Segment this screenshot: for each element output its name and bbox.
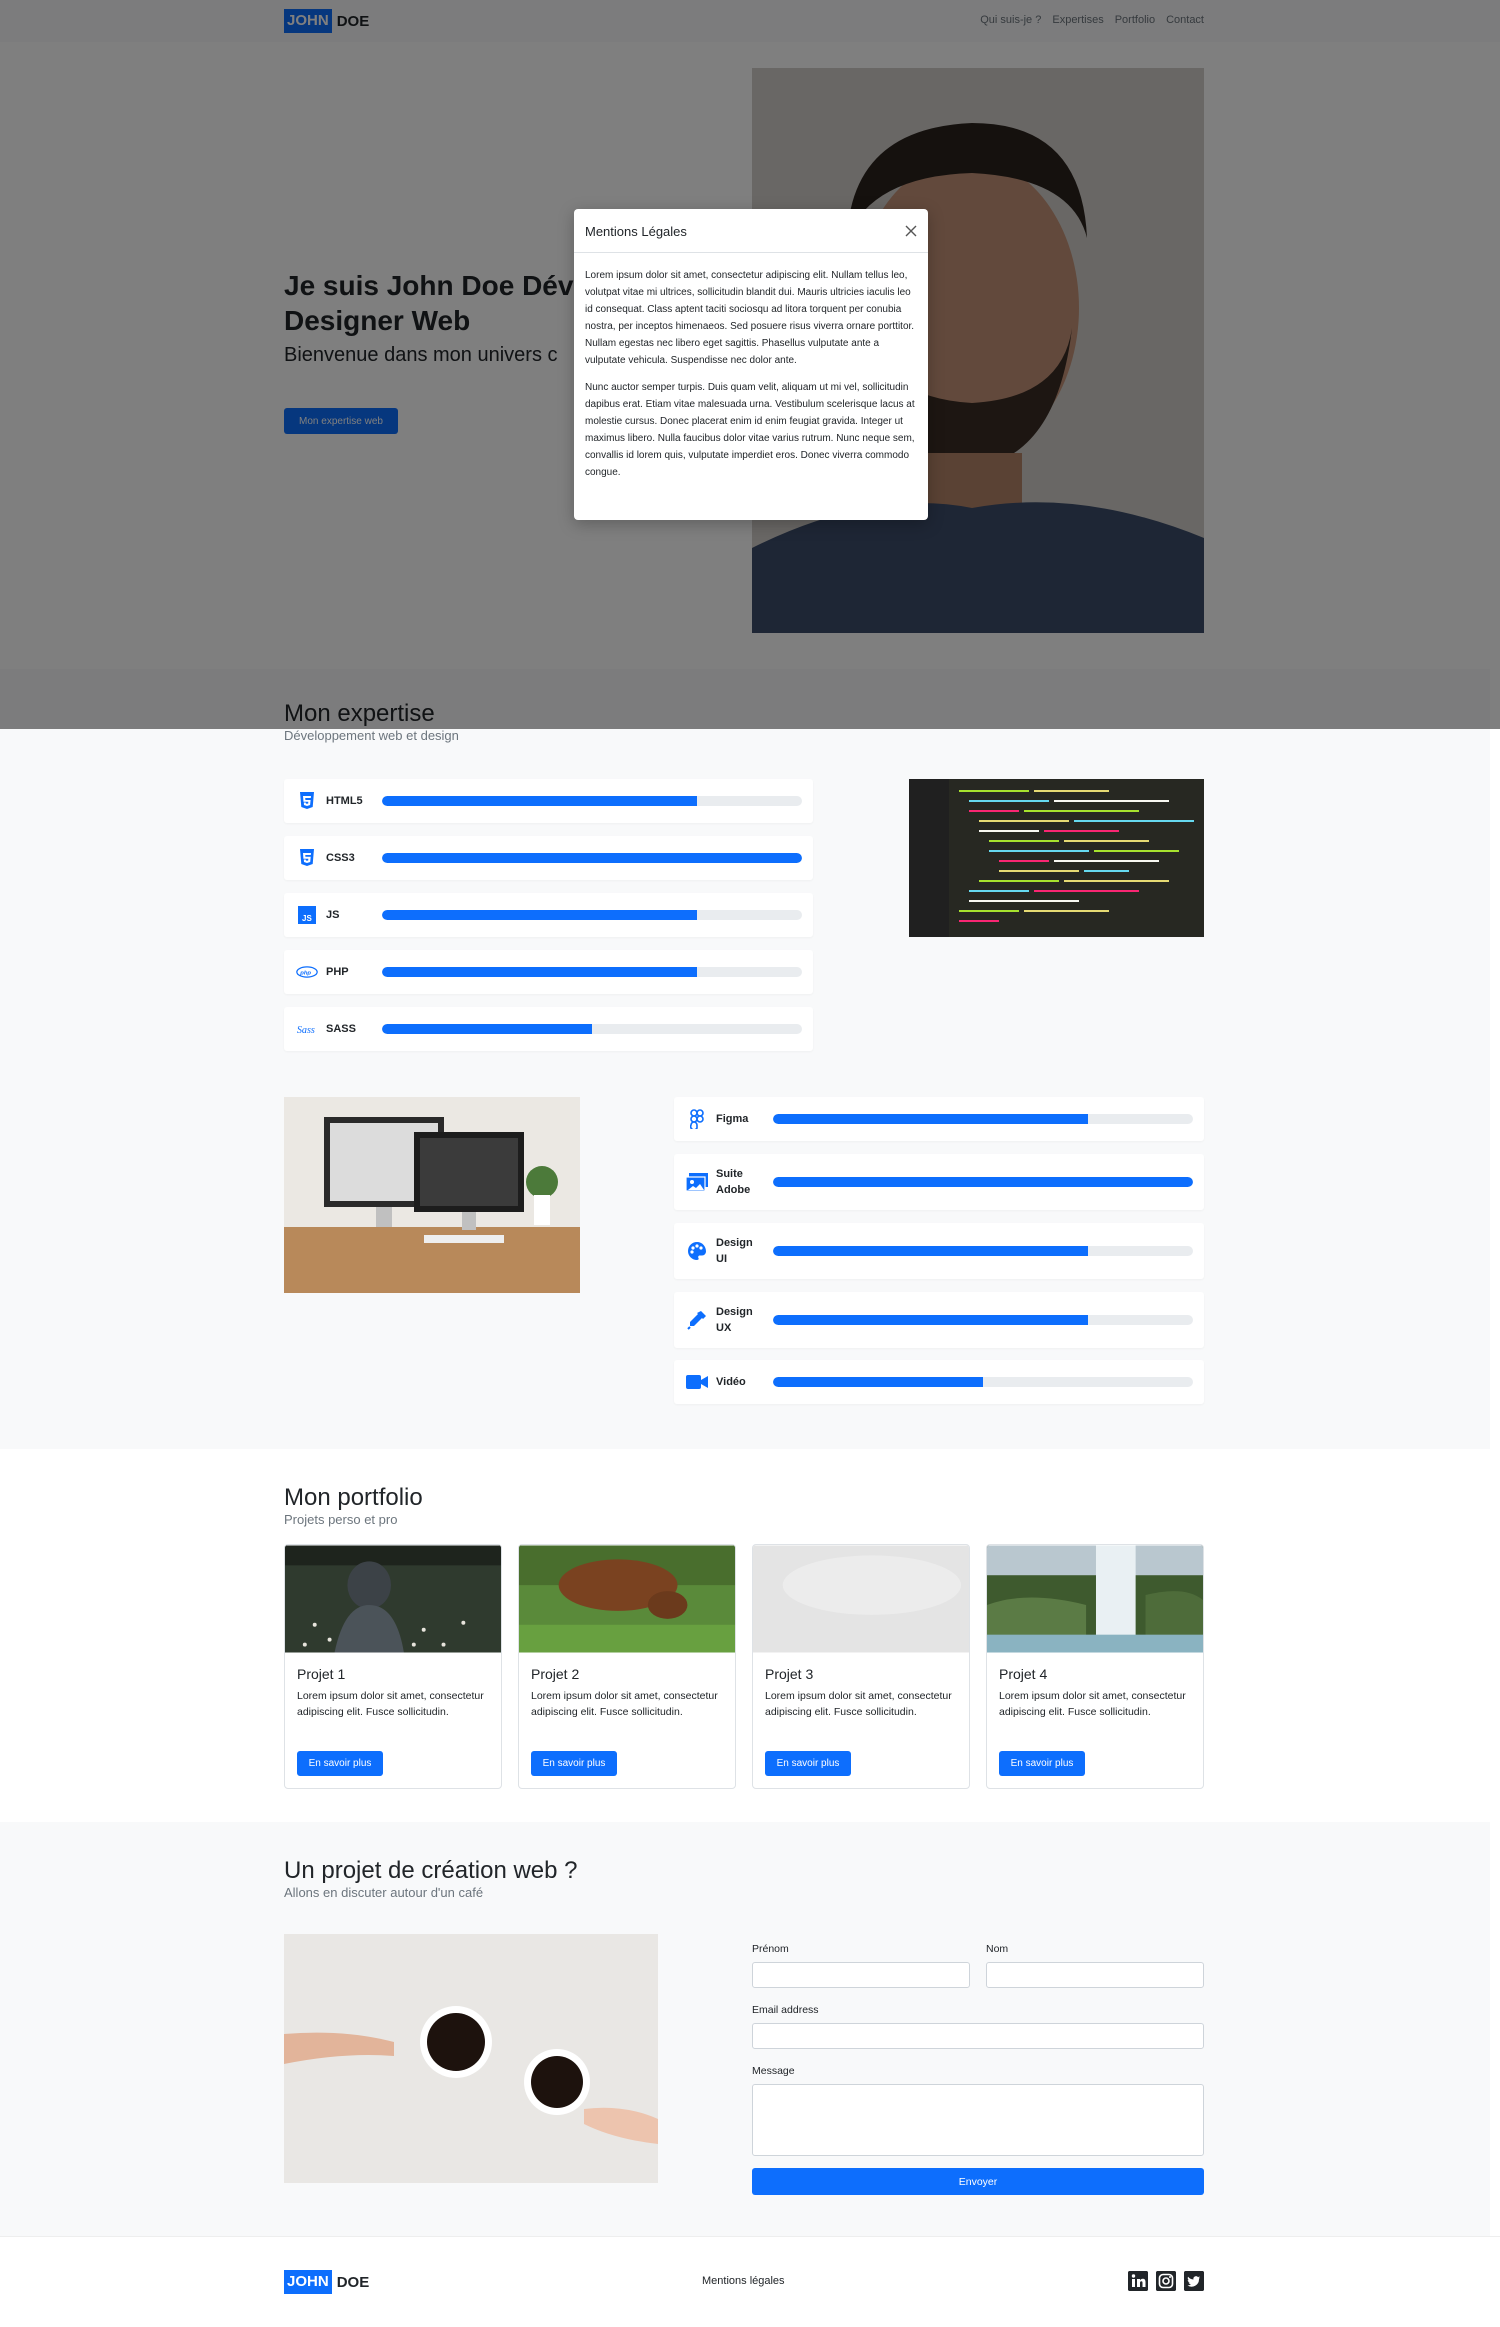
firstname-label: Prénom xyxy=(752,1943,789,1955)
skill-video: Vidéo xyxy=(674,1360,1204,1404)
twitter-icon[interactable] xyxy=(1184,2271,1204,2291)
skill-label: PHP xyxy=(326,966,349,978)
svg-text:Sass: Sass xyxy=(297,1025,315,1036)
skill-html5: HTML5 xyxy=(284,779,813,823)
lastname-input[interactable] xyxy=(986,1962,1204,1988)
project-thumbnail xyxy=(519,1545,735,1653)
project-description: Lorem ipsum dolor sit amet, consectetur … xyxy=(297,1690,484,1718)
modal-paragraph: Lorem ipsum dolor sit amet, consectetur … xyxy=(585,270,915,366)
skill-progress-bar xyxy=(382,910,802,920)
figma-icon xyxy=(686,1108,708,1130)
svg-text:php: php xyxy=(299,971,311,977)
skill-progress-bar xyxy=(382,1024,802,1034)
project-title: Projet 2 xyxy=(531,1666,580,1682)
skill-label: Figma xyxy=(716,1113,749,1125)
lastname-label: Nom xyxy=(986,1943,1009,1955)
images-icon xyxy=(686,1171,708,1193)
skill-progress-bar xyxy=(382,853,802,863)
project-card: Projet 3 Lorem ipsum dolor sit amet, con… xyxy=(752,1544,970,1789)
skill-figma: Figma xyxy=(674,1097,1204,1141)
code-screenshot-image xyxy=(909,779,1204,937)
project-card: Projet 2 Lorem ipsum dolor sit amet, con… xyxy=(518,1544,736,1789)
portfolio-subtitle: Projets perso et pro xyxy=(284,1512,398,1527)
project-title: Projet 4 xyxy=(999,1666,1048,1682)
project-description: Lorem ipsum dolor sit amet, consectetur … xyxy=(531,1690,718,1718)
modal-title: Mentions Légales xyxy=(585,224,687,239)
project-more-button[interactable]: En savoir plus xyxy=(531,1751,617,1776)
skill-label: HTML5 xyxy=(326,795,363,807)
expertise-subtitle: Développement web et design xyxy=(284,728,459,743)
email-input[interactable] xyxy=(752,2023,1204,2049)
close-icon xyxy=(905,225,917,237)
skill-progress-bar xyxy=(773,1315,1193,1325)
project-title: Projet 1 xyxy=(297,1666,346,1682)
email-label: Email address xyxy=(752,2004,819,2016)
skill-progress-bar xyxy=(773,1114,1193,1124)
instagram-icon[interactable] xyxy=(1156,2271,1176,2291)
modal-body: Lorem ipsum dolor sit amet, consectetur … xyxy=(574,253,928,505)
footer-brand-last: DOE xyxy=(336,2273,370,2291)
desk-workspace-image xyxy=(284,1097,580,1293)
eyedropper-icon xyxy=(686,1309,708,1331)
portfolio-title: Mon portfolio xyxy=(284,1484,423,1511)
project-thumbnail xyxy=(987,1545,1203,1653)
php-icon: php xyxy=(296,961,318,983)
project-thumbnail xyxy=(285,1545,501,1653)
legal-notice-modal: Mentions Légales Lorem ipsum dolor sit a… xyxy=(574,209,928,520)
skill-adobe-suite: Suite Adobe xyxy=(674,1154,1204,1210)
contact-section xyxy=(0,1822,1490,2236)
coffee-cups-image xyxy=(284,1934,658,2183)
sass-icon: Sass xyxy=(296,1018,318,1040)
project-more-button[interactable]: En savoir plus xyxy=(297,1751,383,1776)
skill-css3: CSS3 xyxy=(284,836,813,880)
skill-progress-bar xyxy=(773,1246,1193,1256)
camera-video-icon xyxy=(686,1371,708,1393)
skill-js: JS JS xyxy=(284,893,813,937)
project-card: Projet 4 Lorem ipsum dolor sit amet, con… xyxy=(986,1544,1204,1789)
skill-sass: Sass SASS xyxy=(284,1007,813,1051)
skill-label: Design UI xyxy=(716,1237,753,1265)
skill-progress-bar xyxy=(382,796,802,806)
svg-text:JS: JS xyxy=(302,914,312,923)
skill-label: SASS xyxy=(326,1023,356,1035)
linkedin-icon[interactable] xyxy=(1128,2271,1148,2291)
close-button[interactable] xyxy=(902,222,920,240)
skill-design-ux: Design UX xyxy=(674,1292,1204,1348)
footer-brand-logo[interactable]: JOHN DOE xyxy=(284,2270,369,2294)
message-textarea[interactable] xyxy=(752,2084,1204,2156)
skill-progress-bar xyxy=(382,967,802,977)
firstname-input[interactable] xyxy=(752,1962,970,1988)
skill-php: php PHP xyxy=(284,950,813,994)
project-card: Projet 1 Lorem ipsum dolor sit amet, con… xyxy=(284,1544,502,1789)
project-title: Projet 3 xyxy=(765,1666,814,1682)
message-label: Message xyxy=(752,2065,795,2077)
contact-subtitle: Allons en discuter autour d'un café xyxy=(284,1885,484,1900)
skill-progress-bar xyxy=(773,1177,1193,1187)
skill-label: Design UX xyxy=(716,1306,753,1334)
skill-design-ui: Design UI xyxy=(674,1223,1204,1279)
project-more-button[interactable]: En savoir plus xyxy=(765,1751,851,1776)
html5-icon xyxy=(296,790,318,812)
project-more-button[interactable]: En savoir plus xyxy=(999,1751,1085,1776)
skill-progress-bar xyxy=(773,1377,1193,1387)
send-button[interactable]: Envoyer xyxy=(752,2168,1204,2195)
skill-label: JS xyxy=(326,909,340,921)
modal-header: Mentions Légales xyxy=(574,209,928,253)
skill-label: Vidéo xyxy=(716,1376,746,1388)
project-description: Lorem ipsum dolor sit amet, consectetur … xyxy=(999,1690,1186,1718)
legal-notice-link[interactable]: Mentions légales xyxy=(702,2275,785,2287)
skill-label: Suite Adobe xyxy=(716,1168,751,1196)
js-icon: JS xyxy=(296,904,318,926)
footer-brand-first: JOHN xyxy=(284,2270,332,2294)
skill-label: CSS3 xyxy=(326,852,355,864)
palette-icon xyxy=(686,1240,708,1262)
project-description: Lorem ipsum dolor sit amet, consectetur … xyxy=(765,1690,952,1718)
modal-paragraph: Nunc auctor semper turpis. Duis quam vel… xyxy=(585,382,915,478)
css3-icon xyxy=(296,847,318,869)
contact-title: Un projet de création web ? xyxy=(284,1857,578,1884)
project-thumbnail xyxy=(753,1545,969,1653)
